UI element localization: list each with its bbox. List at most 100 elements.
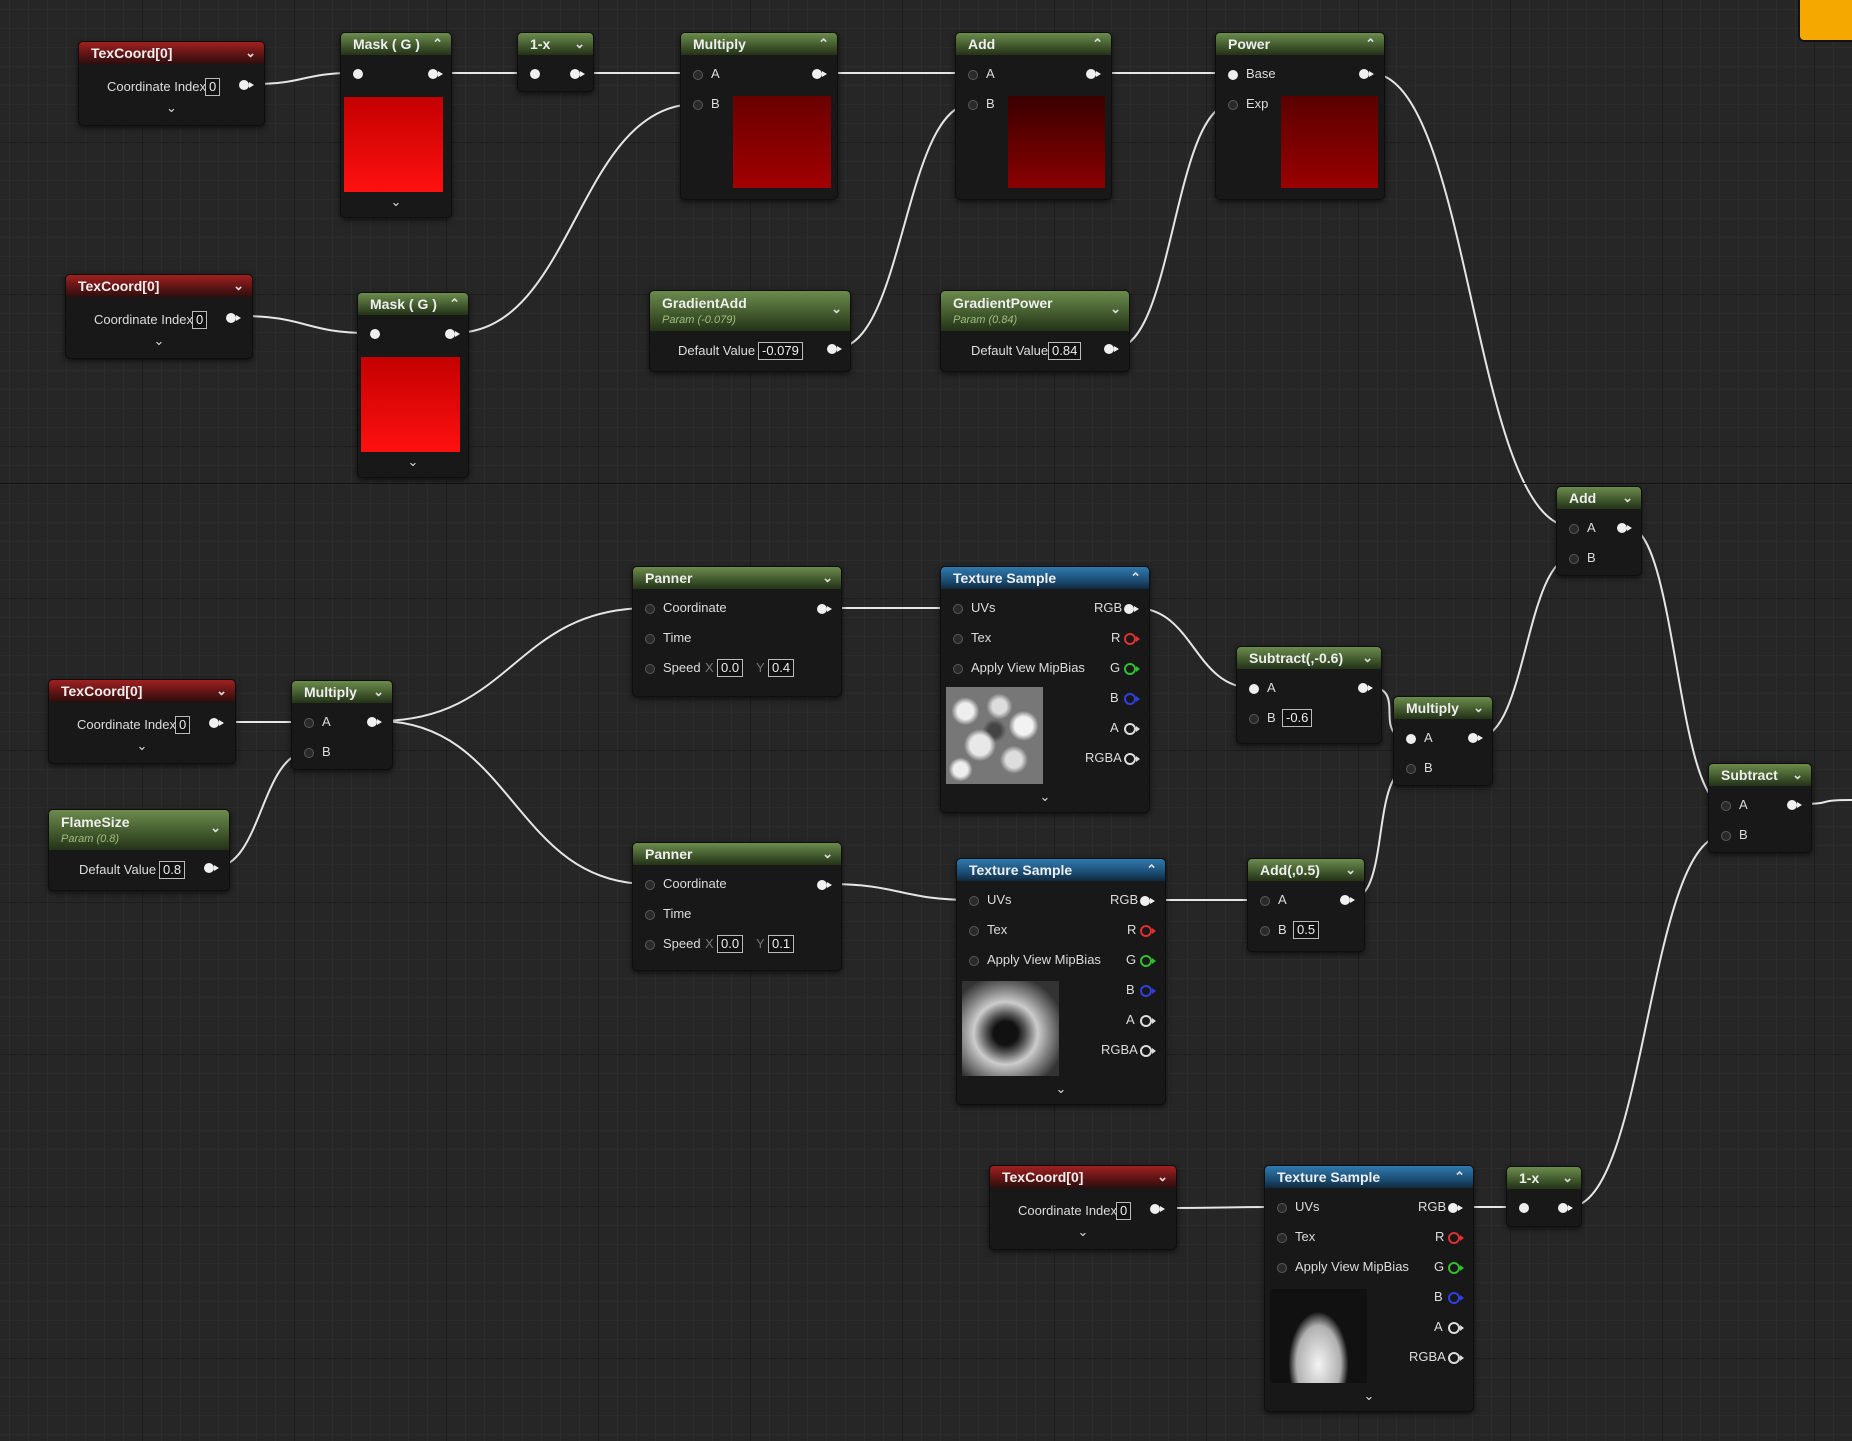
texcoord-node[interactable]: TexCoord[0] ⌄ Coordinate Index 0 ⌄ — [78, 41, 265, 126]
output-pin[interactable] — [1086, 69, 1101, 79]
input-pin-speed[interactable] — [645, 940, 655, 950]
chevron-up-icon[interactable]: ⌃ — [449, 293, 460, 315]
texcoord-node[interactable]: TexCoord[0] ⌄ Coordinate Index 0 ⌄ — [48, 679, 236, 764]
input-pin-a[interactable] — [1569, 524, 1579, 534]
chevron-up-icon[interactable]: ⌃ — [432, 33, 443, 55]
default-value-field[interactable]: -0.079 — [758, 342, 803, 360]
output-pin-g[interactable] — [1124, 663, 1140, 675]
output-pin[interactable] — [1359, 69, 1374, 79]
panner-node[interactable]: Panner ⌄ Coordinate Time Speed X 0.0 Y 0.… — [632, 842, 842, 971]
output-pin[interactable] — [827, 344, 842, 354]
input-pin-time[interactable] — [645, 910, 655, 920]
input-pin[interactable] — [353, 69, 363, 79]
output-pin[interactable] — [1468, 733, 1483, 743]
coordinate-index-field[interactable]: 0 — [205, 78, 221, 96]
output-pin-rgba[interactable] — [1448, 1352, 1464, 1364]
chevron-down-icon[interactable]: ⌄ — [1792, 764, 1803, 786]
chevron-down-icon[interactable]: ⌄ — [79, 100, 264, 116]
output-pin[interactable] — [570, 69, 585, 79]
input-pin-a[interactable] — [1260, 896, 1270, 906]
chevron-up-icon[interactable]: ⌃ — [1365, 33, 1376, 55]
output-pin[interactable] — [209, 718, 224, 728]
texture-sample-node[interactable]: Texture Sample ⌃ UVs Tex Apply View MipBi… — [940, 566, 1150, 813]
chevron-down-icon[interactable]: ⌄ — [574, 33, 585, 55]
output-pin[interactable] — [812, 69, 827, 79]
multiply-node[interactable]: Multiply ⌄ A B — [1393, 696, 1493, 786]
texcoord-node[interactable]: TexCoord[0] ⌄ Coordinate Index 0 ⌄ — [989, 1165, 1177, 1250]
one-minus-x-node[interactable]: 1-x ⌄ — [1506, 1166, 1582, 1227]
output-pin[interactable] — [817, 880, 832, 890]
input-pin-a[interactable] — [1249, 684, 1259, 694]
chevron-down-icon[interactable]: ⌄ — [822, 567, 833, 589]
output-pin[interactable] — [1617, 523, 1632, 533]
multiply-node[interactable]: Multiply ⌃ A B — [680, 32, 838, 200]
output-pin[interactable] — [1358, 683, 1373, 693]
chevron-down-icon[interactable]: ⌄ — [216, 680, 227, 702]
multiply-node[interactable]: Multiply ⌄ A B — [291, 680, 393, 770]
input-pin-b[interactable] — [1406, 764, 1416, 774]
chevron-down-icon[interactable]: ⌄ — [373, 681, 384, 703]
output-pin[interactable] — [1787, 800, 1802, 810]
output-pin-rgb[interactable] — [1140, 896, 1155, 906]
output-pin-a[interactable] — [1140, 1015, 1156, 1027]
speed-y-field[interactable]: 0.1 — [768, 935, 795, 953]
chevron-up-icon[interactable]: ⌃ — [1454, 1166, 1465, 1188]
gradient-power-param-node[interactable]: GradientPower Param (0.84) ⌄ Default Value… — [940, 290, 1130, 372]
chevron-down-icon[interactable]: ⌄ — [233, 275, 244, 297]
subtract-node[interactable]: Subtract ⌄ A B — [1708, 763, 1812, 853]
input-pin-b[interactable] — [693, 100, 703, 110]
output-pin-rgb[interactable] — [1448, 1203, 1463, 1213]
output-pin-a[interactable] — [1124, 723, 1140, 735]
output-pin-g[interactable] — [1448, 1262, 1464, 1274]
subtract-constant-node[interactable]: Subtract(,-0.6) ⌄ A B -0.6 — [1236, 646, 1382, 744]
texture-sample-node[interactable]: Texture Sample ⌃ UVs Tex Apply View MipBi… — [1264, 1165, 1474, 1412]
input-pin-base[interactable] — [1228, 70, 1238, 80]
output-pin[interactable] — [239, 80, 254, 90]
chevron-down-icon[interactable]: ⌄ — [358, 454, 468, 470]
input-pin[interactable] — [370, 329, 380, 339]
input-pin-a[interactable] — [693, 70, 703, 80]
output-pin[interactable] — [428, 69, 443, 79]
chevron-down-icon[interactable]: ⌄ — [341, 194, 451, 210]
one-minus-x-node[interactable]: 1-x ⌄ — [517, 32, 594, 92]
input-pin[interactable] — [1519, 1203, 1529, 1213]
chevron-down-icon[interactable]: ⌄ — [1622, 487, 1633, 509]
input-pin-b[interactable] — [1569, 554, 1579, 564]
output-pin-r[interactable] — [1140, 925, 1156, 937]
input-pin-uvs[interactable] — [1277, 1203, 1287, 1213]
output-pin[interactable] — [204, 863, 219, 873]
gradient-add-param-node[interactable]: GradientAdd Param (-0.079) ⌄ Default Value… — [649, 290, 851, 372]
chevron-up-icon[interactable]: ⌃ — [1092, 33, 1103, 55]
b-value-field[interactable]: -0.6 — [1282, 709, 1313, 727]
input-pin-mipbias[interactable] — [953, 664, 963, 674]
chevron-down-icon[interactable]: ⌄ — [245, 42, 256, 64]
output-pin-g[interactable] — [1140, 955, 1156, 967]
chevron-down-icon[interactable]: ⌄ — [49, 738, 235, 754]
output-pin-rgb[interactable] — [1124, 604, 1139, 614]
input-pin-time[interactable] — [645, 634, 655, 644]
chevron-up-icon[interactable]: ⌃ — [1130, 567, 1141, 589]
chevron-down-icon[interactable]: ⌄ — [1345, 859, 1356, 881]
input-pin-mipbias[interactable] — [1277, 1263, 1287, 1273]
output-pin[interactable] — [1104, 344, 1119, 354]
chevron-down-icon[interactable]: ⌄ — [1562, 1167, 1573, 1189]
output-pin-r[interactable] — [1448, 1232, 1464, 1244]
add-node[interactable]: Add ⌃ A B — [955, 32, 1112, 200]
coordinate-index-field[interactable]: 0 — [192, 311, 208, 329]
chevron-down-icon[interactable]: ⌄ — [957, 1081, 1165, 1097]
chevron-down-icon[interactable]: ⌄ — [210, 818, 221, 838]
input-pin-uvs[interactable] — [969, 896, 979, 906]
output-pin[interactable] — [1558, 1203, 1573, 1213]
output-pin-b[interactable] — [1124, 693, 1140, 705]
input-pin-b[interactable] — [1260, 926, 1270, 936]
output-pin[interactable] — [367, 717, 382, 727]
output-pin[interactable] — [226, 313, 241, 323]
chevron-down-icon[interactable]: ⌄ — [941, 789, 1149, 805]
chevron-down-icon[interactable]: ⌄ — [1473, 697, 1484, 719]
texcoord-node[interactable]: TexCoord[0] ⌄ Coordinate Index 0 ⌄ — [65, 274, 253, 359]
input-pin[interactable] — [530, 69, 540, 79]
input-pin-mipbias[interactable] — [969, 956, 979, 966]
chevron-down-icon[interactable]: ⌄ — [66, 333, 252, 349]
chevron-down-icon[interactable]: ⌄ — [831, 299, 842, 319]
input-pin-b[interactable] — [1721, 831, 1731, 841]
